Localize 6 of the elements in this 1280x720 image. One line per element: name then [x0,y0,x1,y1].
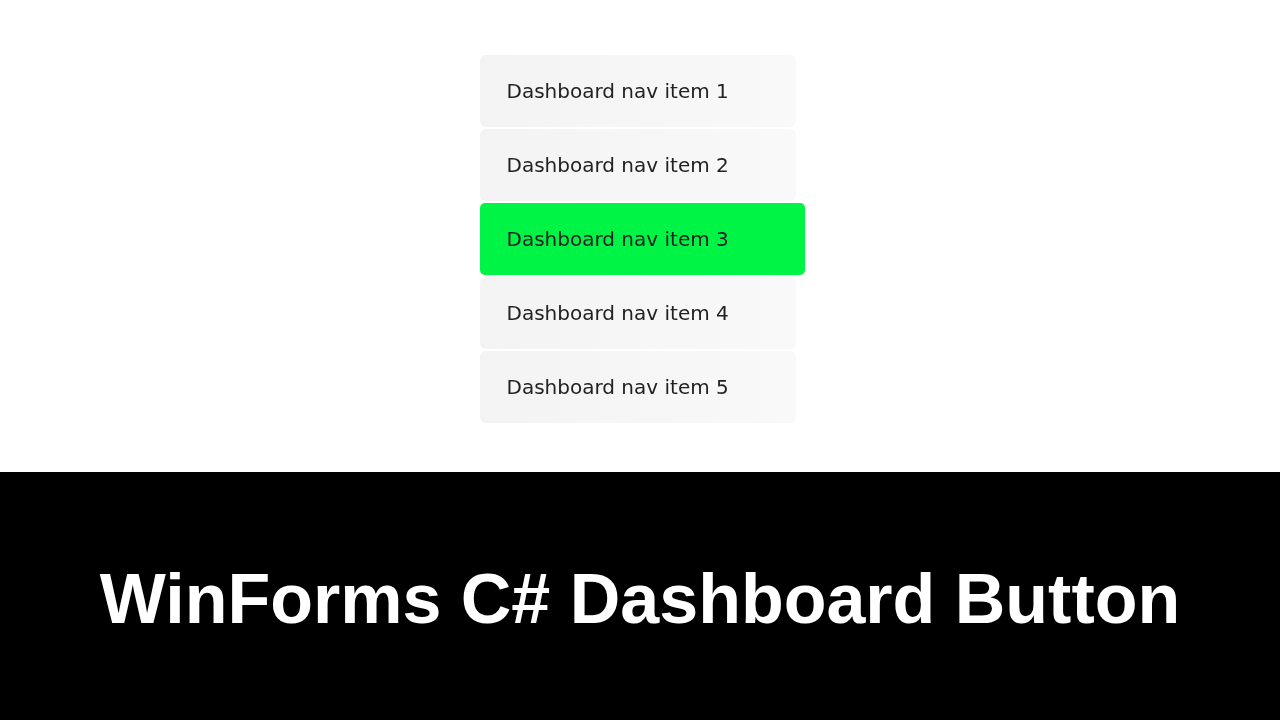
nav-button[interactable]: Dashboard nav item 4 [479,277,796,349]
nav-button[interactable]: Dashboard nav item 2 [479,129,796,201]
nav-button[interactable]: Dashboard nav item 1 [479,55,796,127]
nav-button[interactable]: Dashboard nav item 5 [479,351,796,423]
banner-title: WinForms C# Dashboard Button [99,559,1181,639]
nav-button[interactable]: Dashboard nav item 3 [479,203,805,275]
